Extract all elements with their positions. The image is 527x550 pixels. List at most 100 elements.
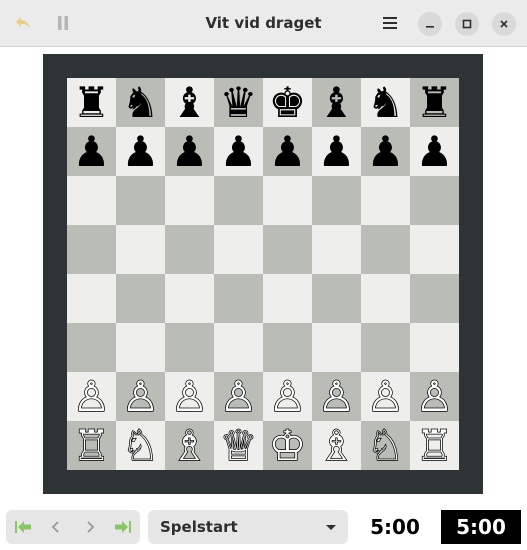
white-bishop-piece[interactable]: ♗: [317, 423, 356, 467]
board-square[interactable]: [165, 225, 214, 274]
board-square[interactable]: ♙: [116, 372, 165, 421]
white-pawn-piece[interactable]: ♙: [72, 374, 111, 418]
board-square[interactable]: ♖: [410, 421, 459, 470]
board-square[interactable]: ♙: [165, 372, 214, 421]
board-square[interactable]: ♜: [67, 78, 116, 127]
black-rook-piece[interactable]: ♜: [73, 81, 111, 124]
board-square[interactable]: ♚: [263, 78, 312, 127]
board-square[interactable]: [165, 176, 214, 225]
white-pawn-piece[interactable]: ♙: [121, 374, 160, 418]
board-square[interactable]: ♙: [263, 372, 312, 421]
white-queen-piece[interactable]: ♕: [219, 423, 258, 467]
board-square[interactable]: [67, 323, 116, 372]
board-square[interactable]: [312, 225, 361, 274]
board-square[interactable]: ♟: [214, 127, 263, 176]
white-knight-piece[interactable]: ♘: [366, 423, 405, 467]
close-button[interactable]: [492, 12, 516, 36]
board-square[interactable]: ♝: [312, 78, 361, 127]
board-square[interactable]: ♗: [165, 421, 214, 470]
white-pawn-piece[interactable]: ♙: [170, 374, 209, 418]
board-square[interactable]: ♟: [410, 127, 459, 176]
go-next-button[interactable]: [73, 510, 107, 544]
black-pawn-piece[interactable]: ♟: [416, 130, 454, 173]
black-pawn-piece[interactable]: ♟: [220, 130, 258, 173]
board-square[interactable]: ♘: [116, 421, 165, 470]
board-square[interactable]: ♜: [410, 78, 459, 127]
black-pawn-piece[interactable]: ♟: [318, 130, 356, 173]
board-square[interactable]: [263, 274, 312, 323]
board-square[interactable]: ♟: [116, 127, 165, 176]
board-square[interactable]: ♟: [312, 127, 361, 176]
board-square[interactable]: [67, 225, 116, 274]
go-last-button[interactable]: [107, 510, 141, 544]
board-square[interactable]: ♔: [263, 421, 312, 470]
board-square[interactable]: [116, 323, 165, 372]
board-square[interactable]: ♙: [67, 372, 116, 421]
board-square[interactable]: ♞: [361, 78, 410, 127]
board-square[interactable]: ♙: [214, 372, 263, 421]
black-pawn-piece[interactable]: ♟: [367, 130, 405, 173]
board-square[interactable]: ♟: [361, 127, 410, 176]
board-square[interactable]: [116, 225, 165, 274]
board-square[interactable]: [312, 323, 361, 372]
black-king-piece[interactable]: ♚: [269, 81, 307, 124]
board-square[interactable]: [361, 176, 410, 225]
white-pawn-piece[interactable]: ♙: [317, 374, 356, 418]
board-square[interactable]: ♘: [361, 421, 410, 470]
board-square[interactable]: [312, 176, 361, 225]
board-square[interactable]: [165, 274, 214, 323]
board-square[interactable]: [116, 274, 165, 323]
go-previous-button[interactable]: [40, 510, 74, 544]
black-pawn-piece[interactable]: ♟: [269, 130, 307, 173]
board-square[interactable]: [263, 176, 312, 225]
board-square[interactable]: [67, 274, 116, 323]
board-square[interactable]: [263, 323, 312, 372]
white-rook-piece[interactable]: ♖: [72, 423, 111, 467]
board-square[interactable]: ♙: [361, 372, 410, 421]
black-knight-piece[interactable]: ♞: [122, 81, 160, 124]
chess-board[interactable]: ♜ ♞ ♝ ♛ ♚ ♝ ♞ ♜ ♟ ♟ ♟ ♟ ♟ ♟ ♟ ♟ ♙ ♙ ♙ ♙ ♙ ♙ ♙ ♙ ♖ ♘ ♗ ♕ ♔ ♗ ♘ ♖: [67, 78, 459, 470]
board-square[interactable]: [312, 274, 361, 323]
board-square[interactable]: [361, 225, 410, 274]
black-pawn-piece[interactable]: ♟: [73, 130, 111, 173]
undo-button[interactable]: [8, 8, 38, 38]
board-square[interactable]: [410, 274, 459, 323]
black-bishop-piece[interactable]: ♝: [318, 81, 356, 124]
white-king-piece[interactable]: ♔: [268, 423, 307, 467]
board-square[interactable]: [214, 323, 263, 372]
board-square[interactable]: [410, 225, 459, 274]
pause-button[interactable]: [48, 8, 78, 38]
board-square[interactable]: ♕: [214, 421, 263, 470]
board-square[interactable]: [361, 274, 410, 323]
go-first-button[interactable]: [6, 510, 40, 544]
board-square[interactable]: ♟: [67, 127, 116, 176]
board-square[interactable]: ♟: [165, 127, 214, 176]
board-square[interactable]: [263, 225, 312, 274]
white-rook-piece[interactable]: ♖: [415, 423, 454, 467]
board-square[interactable]: ♟: [263, 127, 312, 176]
white-knight-piece[interactable]: ♘: [121, 423, 160, 467]
white-pawn-piece[interactable]: ♙: [268, 374, 307, 418]
black-knight-piece[interactable]: ♞: [367, 81, 405, 124]
white-pawn-piece[interactable]: ♙: [366, 374, 405, 418]
board-square[interactable]: ♖: [67, 421, 116, 470]
maximize-button[interactable]: [455, 12, 479, 36]
board-square[interactable]: [214, 225, 263, 274]
board-square[interactable]: ♙: [312, 372, 361, 421]
board-square[interactable]: ♗: [312, 421, 361, 470]
white-pawn-piece[interactable]: ♙: [415, 374, 454, 418]
board-square[interactable]: ♝: [165, 78, 214, 127]
black-queen-piece[interactable]: ♛: [220, 81, 258, 124]
board-square[interactable]: [361, 323, 410, 372]
minimize-button[interactable]: [418, 12, 442, 36]
board-square[interactable]: ♞: [116, 78, 165, 127]
board-square[interactable]: ♙: [410, 372, 459, 421]
black-rook-piece[interactable]: ♜: [416, 81, 454, 124]
board-square[interactable]: [214, 176, 263, 225]
white-pawn-piece[interactable]: ♙: [219, 374, 258, 418]
board-square[interactable]: [165, 323, 214, 372]
black-pawn-piece[interactable]: ♟: [122, 130, 160, 173]
board-square[interactable]: [214, 274, 263, 323]
board-square[interactable]: [410, 176, 459, 225]
white-bishop-piece[interactable]: ♗: [170, 423, 209, 467]
